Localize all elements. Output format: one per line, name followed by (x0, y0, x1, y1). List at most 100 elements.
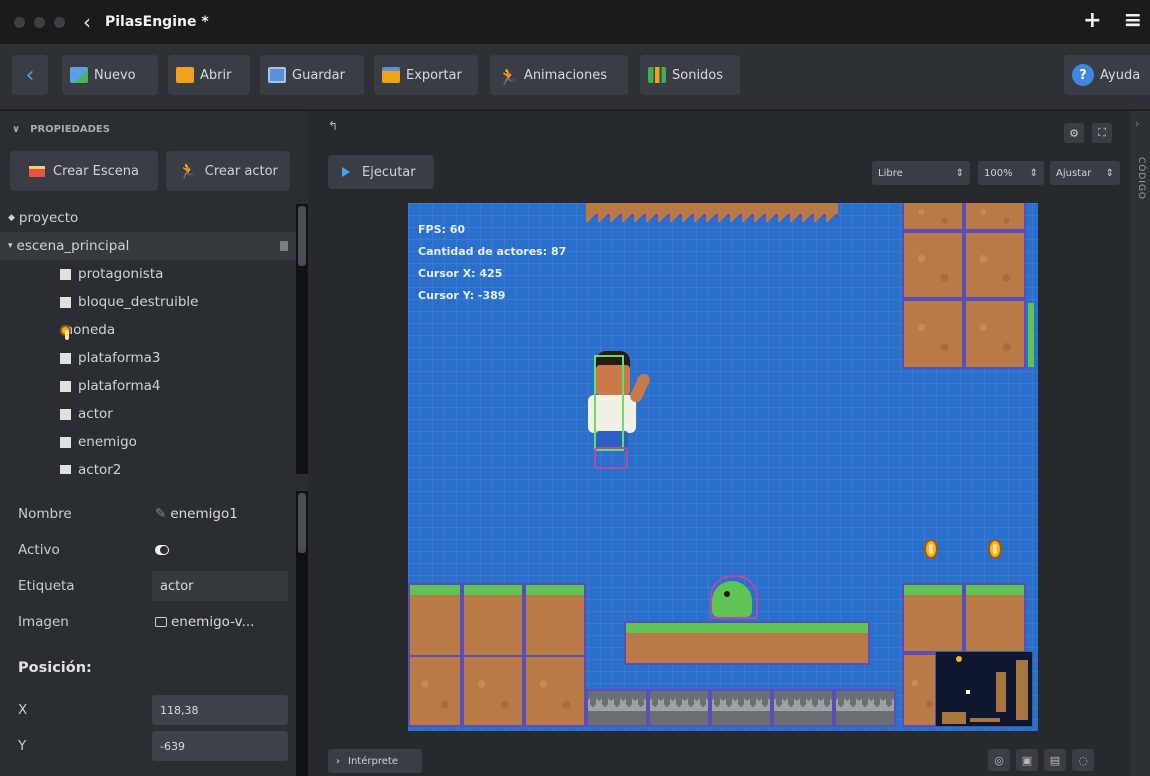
grass-block[interactable] (462, 583, 524, 657)
tree-item-protagonista[interactable]: protagonista (0, 260, 296, 288)
open-button[interactable]: Abrir (168, 55, 250, 95)
tree-item-label: proyecto (18, 210, 79, 226)
tree-item-actor[interactable]: actor (0, 400, 296, 428)
player-character[interactable] (584, 351, 656, 469)
run-button[interactable]: Ejecutar (328, 155, 434, 189)
tree-item-moneda[interactable]: moneda (0, 316, 296, 344)
tree-item-bloque-destruible[interactable]: bloque_destruible (0, 288, 296, 316)
window-title: PilasEngine * (105, 14, 209, 30)
tag-input[interactable]: actor (152, 571, 288, 601)
dirt-block[interactable] (964, 203, 1026, 231)
active-label: Activo (18, 542, 60, 558)
grass-block[interactable] (408, 583, 462, 657)
enemy-slime[interactable] (710, 575, 762, 621)
trash-icon[interactable] (280, 241, 288, 251)
new-button-label: Nuevo (94, 67, 136, 83)
coin-square-icon (60, 324, 71, 340)
help-button[interactable]: ? Ayuda (1064, 55, 1150, 95)
export-icon (382, 67, 400, 83)
properties-section-header[interactable]: ∨ PROPIEDADES (0, 111, 308, 147)
props-scrollbar-thumb[interactable] (298, 493, 306, 553)
create-scene-button[interactable]: Crear Escena (10, 151, 158, 191)
mode-select-value: Libre (878, 167, 903, 179)
dirt-block[interactable] (902, 203, 964, 231)
animations-button[interactable]: 🏃 Animaciones (490, 55, 628, 95)
actor-figure-icon: 🏃 (178, 162, 197, 180)
select-arrows-icon: ⇕ (955, 167, 964, 179)
globe-icon[interactable]: ◎ (988, 749, 1010, 771)
grass-block[interactable] (902, 583, 964, 653)
window-controls[interactable] (14, 16, 65, 28)
close-window-button[interactable] (14, 16, 25, 28)
image-icon (155, 617, 167, 627)
back-chevron-icon[interactable]: ‹ (83, 10, 91, 34)
tree-item-enemigo[interactable]: enemigo (0, 428, 296, 456)
minimap[interactable] (935, 651, 1033, 727)
back-button[interactable]: ‹ (12, 55, 48, 95)
sounds-button[interactable]: Sonidos (640, 55, 740, 95)
left-panel: ∨ PROPIEDADES Crear Escena 🏃 Crear actor… (0, 111, 308, 776)
fullscreen-icon[interactable]: ⛶ (1092, 123, 1112, 143)
camera-icon[interactable]: ▣ (1016, 749, 1038, 771)
coin[interactable] (924, 539, 938, 559)
floating-platform[interactable] (624, 621, 870, 665)
name-value[interactable]: ✎ enemigo1 (155, 506, 238, 522)
player-hitbox (594, 355, 624, 451)
tree-item-plataforma3[interactable]: plataforma3 (0, 344, 296, 372)
title-bar: ‹ PilasEngine * + ≡ (0, 0, 1150, 44)
minimize-window-button[interactable] (34, 16, 45, 28)
new-button[interactable]: Nuevo (62, 55, 158, 95)
debug-hud: FPS: 60 Cantidad de actores: 87 Cursor X… (418, 219, 566, 307)
dirt-block[interactable] (964, 299, 1026, 369)
dirt-block[interactable] (902, 231, 964, 299)
dirt-block[interactable] (902, 299, 964, 369)
maximize-window-button[interactable] (54, 16, 65, 28)
interpreter-label: Intérprete (348, 755, 398, 767)
spikes (772, 689, 834, 727)
info-icon[interactable]: ◌ (1072, 749, 1094, 771)
save-button[interactable]: Guardar (260, 55, 364, 95)
game-canvas[interactable]: FPS: 60 Cantidad de actores: 87 Cursor X… (408, 203, 1038, 731)
code-side-panel[interactable]: › CÓDIGO (1130, 111, 1150, 776)
add-icon[interactable]: + (1083, 8, 1101, 33)
interpreter-toggle[interactable]: › Intérprete (328, 749, 422, 773)
tree-item-label: enemigo (78, 434, 137, 450)
pencil-icon: ✎ (155, 506, 167, 522)
cursor-x-readout: Cursor X: 425 (418, 267, 503, 280)
tree-item-proyecto[interactable]: ◆ proyecto (0, 204, 296, 232)
new-file-icon (70, 67, 88, 83)
x-label: X (18, 702, 28, 718)
dirt-block[interactable] (524, 655, 586, 727)
mode-select[interactable]: Libre ⇕ (872, 161, 970, 185)
undo-icon[interactable]: ↰ (328, 119, 338, 133)
dirt-block[interactable] (408, 655, 462, 727)
image-value[interactable]: enemigo-v... (155, 614, 254, 630)
export-button[interactable]: Exportar (374, 55, 478, 95)
image-value-text: enemigo-v... (171, 614, 255, 630)
bullet-icon: ◆ (8, 213, 15, 223)
tree-scrollbar-thumb[interactable] (298, 206, 306, 266)
select-arrows-icon: ⇕ (1105, 167, 1114, 179)
settings-gear-icon[interactable]: ⚙ (1064, 123, 1084, 143)
active-toggle[interactable] (155, 545, 169, 555)
coin[interactable] (988, 539, 1002, 559)
tree-item-plataforma4[interactable]: plataforma4 (0, 372, 296, 400)
zoom-select[interactable]: 100% ⇕ (978, 161, 1044, 185)
actor-square-icon (60, 464, 71, 474)
grass-block[interactable] (964, 583, 1026, 653)
fit-select[interactable]: Ajustar ⇕ (1050, 161, 1120, 185)
create-actor-button[interactable]: 🏃 Crear actor (166, 151, 290, 191)
dirt-block[interactable] (462, 655, 524, 727)
name-row: Nombre ✎ enemigo1 (0, 497, 296, 531)
position-heading: Posición: (18, 660, 92, 676)
tree-item-actor2[interactable]: actor2 (0, 456, 296, 474)
menu-icon[interactable]: ≡ (1124, 8, 1142, 33)
grass-block[interactable] (524, 583, 586, 657)
toggle-switch[interactable] (155, 545, 169, 555)
save-image-icon[interactable]: ▤ (1044, 749, 1066, 771)
tree-item-escena-principal[interactable]: ▾ escena_principal (0, 232, 296, 260)
x-input[interactable]: 118,38 (152, 695, 288, 725)
minimap-block (1016, 660, 1028, 720)
y-input[interactable]: -639 (152, 731, 288, 761)
dirt-block[interactable] (964, 231, 1026, 299)
